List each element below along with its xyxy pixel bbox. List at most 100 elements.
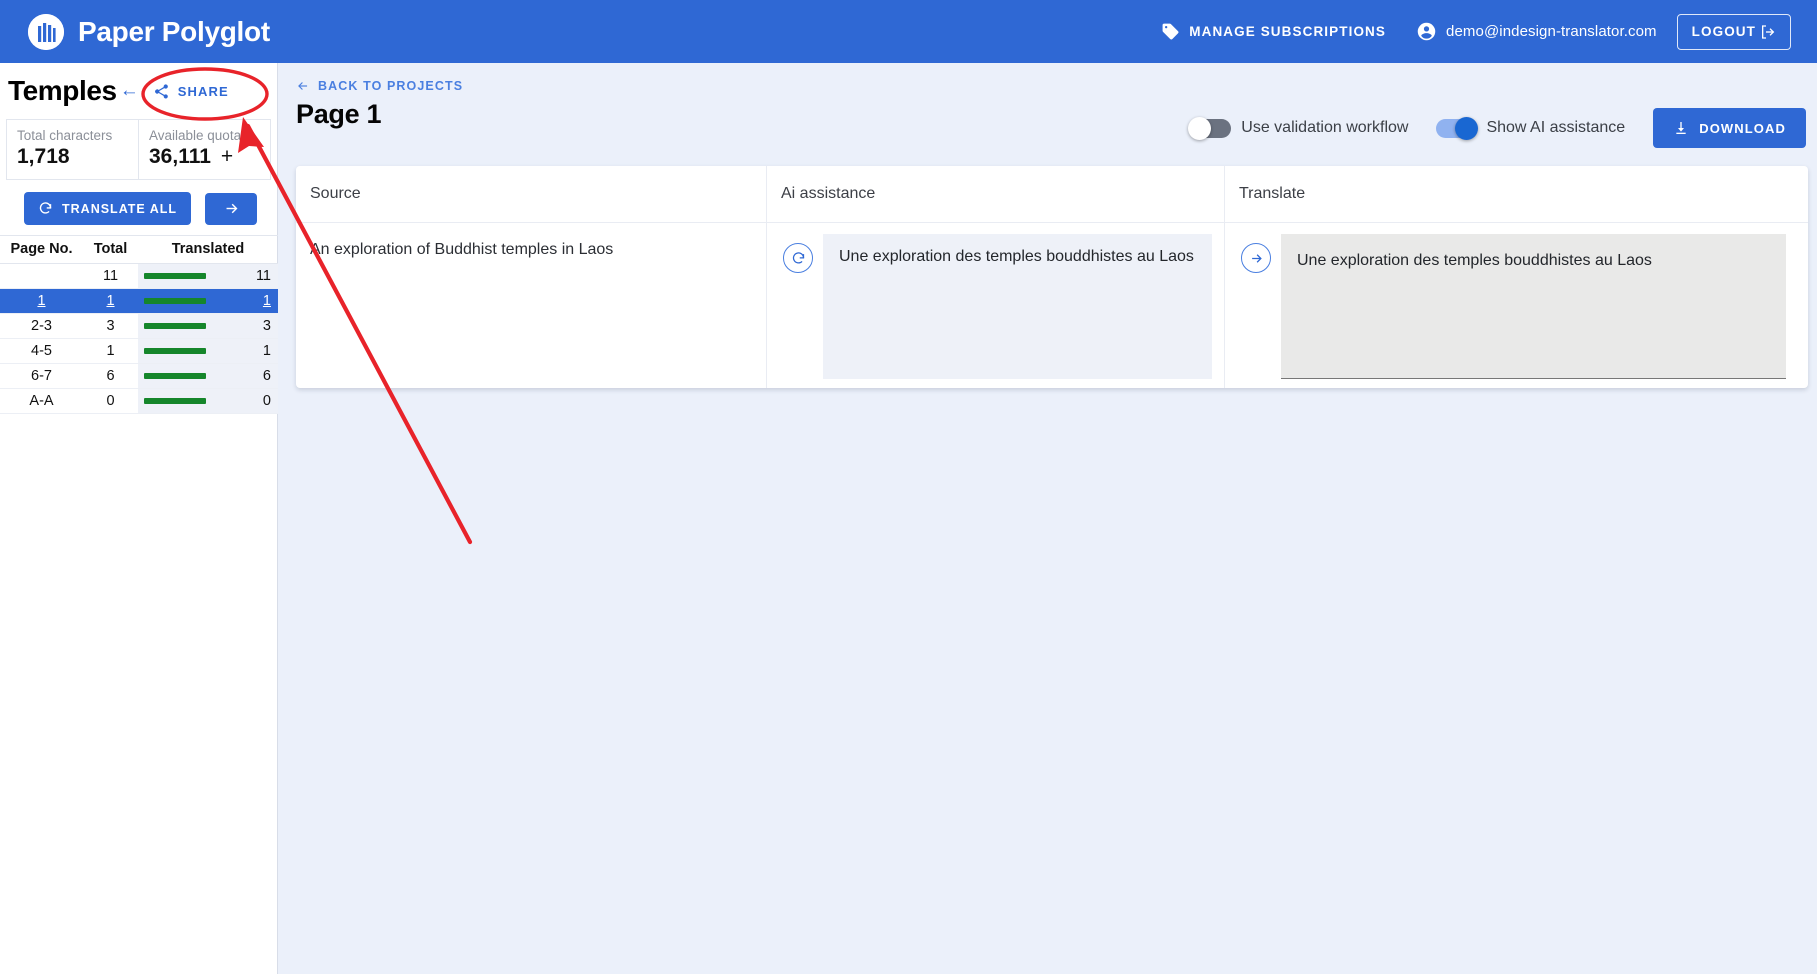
apply-translation-button[interactable] xyxy=(1241,243,1271,273)
progress-bar xyxy=(144,273,206,279)
translate-input[interactable]: Une exploration des temples bouddhistes … xyxy=(1281,234,1786,379)
progress-bar xyxy=(144,298,206,304)
translated-cell: 1 xyxy=(138,289,278,314)
switch-knob xyxy=(1188,117,1211,140)
share-label: SHARE xyxy=(178,84,229,99)
source-cell: An exploration of Buddhist temples in La… xyxy=(296,223,767,388)
regenerate-ai-button[interactable] xyxy=(783,243,813,273)
total-cell: 3 xyxy=(83,314,138,339)
total-cell: 11 xyxy=(83,264,138,289)
progress-bar xyxy=(144,398,206,404)
manage-subscriptions-label: MANAGE SUBSCRIPTIONS xyxy=(1189,24,1386,39)
pages-table-row[interactable]: A-A00 xyxy=(0,389,278,414)
ai-assistance-text[interactable]: Une exploration des temples bouddhistes … xyxy=(823,234,1212,379)
pages-table-row[interactable]: 2-333 xyxy=(0,314,278,339)
page-no-cell: 6-7 xyxy=(0,364,83,389)
collapse-sidebar-icon[interactable]: ← xyxy=(120,80,139,102)
stat-available-quotas-value: 36,111 xyxy=(149,145,211,169)
translated-count: 1 xyxy=(263,293,271,309)
refresh-icon xyxy=(38,201,53,216)
translate-all-button[interactable]: TRANSLATE ALL xyxy=(24,192,191,225)
account-circle-icon xyxy=(1416,21,1437,42)
arrow-right-icon xyxy=(1249,251,1264,266)
translated-count: 3 xyxy=(263,318,271,334)
tag-icon xyxy=(1161,22,1180,41)
manage-subscriptions-link[interactable]: MANAGE SUBSCRIPTIONS xyxy=(1161,22,1386,41)
translation-table-header: Source Ai assistance Translate xyxy=(296,166,1808,223)
validation-workflow-label: Use validation workflow xyxy=(1241,119,1408,137)
stat-total-characters: Total characters 1,718 xyxy=(7,120,138,179)
progress-bar xyxy=(144,373,206,379)
pages-table-row[interactable]: 6-766 xyxy=(0,364,278,389)
pages-table-row[interactable]: 111 xyxy=(0,289,278,314)
pages-table-header-row: Page No. Total Translated xyxy=(0,236,278,264)
translation-table-card: Source Ai assistance Translate An explor… xyxy=(296,166,1808,388)
translated-count: 6 xyxy=(263,368,271,384)
column-header-translated: Translated xyxy=(138,236,278,264)
toggle-use-validation-workflow[interactable]: Use validation workflow xyxy=(1191,119,1408,138)
arrow-left-icon xyxy=(296,79,310,93)
paper-polyglot-logo-icon xyxy=(28,14,64,50)
total-cell: 6 xyxy=(83,364,138,389)
total-cell: 1 xyxy=(83,289,138,314)
ai-assistance-label: Show AI assistance xyxy=(1486,119,1625,137)
next-page-button[interactable] xyxy=(205,193,257,225)
translate-all-label: TRANSLATE ALL xyxy=(62,202,177,216)
share-button[interactable]: SHARE xyxy=(145,77,237,106)
translate-cell: Une exploration des temples bouddhistes … xyxy=(1225,223,1808,388)
brand-logo-group[interactable]: Paper Polyglot xyxy=(0,14,270,50)
column-header-source: Source xyxy=(296,166,767,222)
download-icon xyxy=(1673,120,1689,136)
sidebar-action-buttons: TRANSLATE ALL xyxy=(0,180,277,235)
sidebar-header: Temples ← SHARE xyxy=(0,63,277,117)
logout-icon xyxy=(1760,24,1776,40)
translated-cell: 6 xyxy=(138,364,278,389)
pages-table-row[interactable]: 4-511 xyxy=(0,339,278,364)
translated-count: 0 xyxy=(263,393,271,409)
pages-table-row[interactable]: 11 11 xyxy=(0,264,278,289)
column-header-page-no: Page No. xyxy=(0,236,83,264)
stat-available-quotas-label: Available quotas xyxy=(149,128,260,143)
page-no-cell: A-A xyxy=(0,389,83,414)
add-quota-button[interactable]: + xyxy=(221,145,233,169)
translated-cell: 3 xyxy=(138,314,278,339)
arrow-right-icon xyxy=(223,200,240,217)
project-sidebar: Temples ← SHARE Total characters 1,718 A… xyxy=(0,63,278,974)
refresh-icon xyxy=(791,251,806,266)
logout-button[interactable]: LOGOUT xyxy=(1677,14,1791,50)
page-no-cell: 4-5 xyxy=(0,339,83,364)
column-header-ai-assistance: Ai assistance xyxy=(767,166,1225,222)
project-title: Temples xyxy=(8,75,117,107)
translated-cell: 0 xyxy=(138,389,278,414)
top-bar-actions: MANAGE SUBSCRIPTIONS demo@indesign-trans… xyxy=(1161,14,1817,50)
page-toolbar: Use validation workflow Show AI assistan… xyxy=(1191,108,1806,148)
column-header-translate: Translate xyxy=(1225,166,1808,222)
back-to-projects-label: BACK TO PROJECTS xyxy=(318,79,463,93)
ai-assistance-switch[interactable] xyxy=(1436,119,1476,138)
translated-count: 1 xyxy=(263,343,271,359)
project-stats: Total characters 1,718 Available quotas … xyxy=(6,119,271,180)
stat-total-characters-value: 1,718 xyxy=(17,145,70,169)
toggle-show-ai-assistance[interactable]: Show AI assistance xyxy=(1436,119,1625,138)
download-button[interactable]: DOWNLOAD xyxy=(1653,108,1806,148)
user-email: demo@indesign-translator.com xyxy=(1446,23,1657,40)
back-to-projects-link[interactable]: BACK TO PROJECTS xyxy=(279,63,463,93)
brand-title: Paper Polyglot xyxy=(78,16,270,48)
page-no-cell: 1 xyxy=(0,289,83,314)
total-cell: 1 xyxy=(83,339,138,364)
translated-cell: 1 xyxy=(138,339,278,364)
page-no-cell: 2-3 xyxy=(0,314,83,339)
stat-total-characters-label: Total characters xyxy=(17,128,128,143)
total-cell: 0 xyxy=(83,389,138,414)
main-content: BACK TO PROJECTS Page 1 Use validation w… xyxy=(279,63,1817,974)
pages-table: Page No. Total Translated 11111112-3334-… xyxy=(0,235,278,414)
user-account-link[interactable]: demo@indesign-translator.com xyxy=(1416,21,1657,42)
logout-label: LOGOUT xyxy=(1692,24,1756,39)
switch-knob xyxy=(1455,117,1478,140)
progress-bar xyxy=(144,323,206,329)
page-no-cell xyxy=(0,264,83,289)
translated-count: 11 xyxy=(256,268,271,284)
translation-table-row: An exploration of Buddhist temples in La… xyxy=(296,223,1808,388)
validation-workflow-switch[interactable] xyxy=(1191,119,1231,138)
stat-available-quotas: Available quotas 36,111 + xyxy=(138,120,270,179)
